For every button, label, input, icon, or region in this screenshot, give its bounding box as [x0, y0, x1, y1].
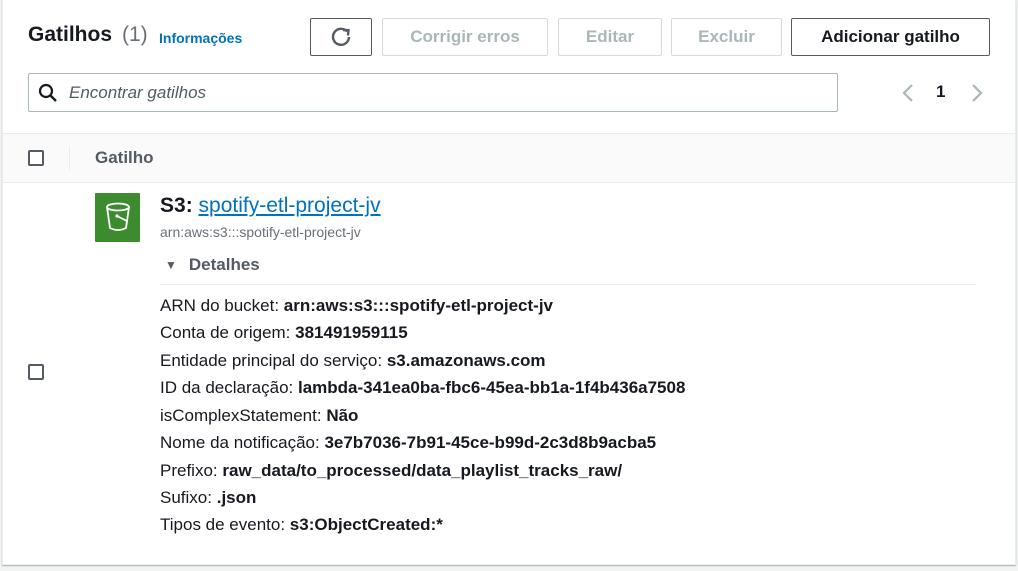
- column-header-trigger: Gatilho: [95, 148, 154, 167]
- detail-event-types: Tipos de evento: s3:ObjectCreated:*: [160, 515, 443, 535]
- current-page[interactable]: 1: [936, 82, 945, 102]
- edit-button[interactable]: Editar: [558, 18, 662, 56]
- detail-prefix: Prefixo: raw_data/to_processed/data_play…: [160, 461, 622, 481]
- triggers-panel: Gatilhos (1) Informações Corrigir erros …: [2, 0, 1016, 565]
- detail-label: Entidade principal do serviço:: [160, 351, 383, 370]
- details-label: Detalhes: [188, 255, 260, 274]
- detail-value: arn:aws:s3:::spotify-etl-project-jv: [283, 296, 553, 315]
- detail-label: isComplexStatement:: [160, 406, 322, 425]
- chevron-right-icon[interactable]: [969, 82, 985, 104]
- detail-statement-id: ID da declaração: lambda-341ea0ba-fbc6-4…: [160, 378, 685, 398]
- detail-principal: Entidade principal do serviço: s3.amazon…: [160, 351, 546, 371]
- add-trigger-button[interactable]: Adicionar gatilho: [791, 18, 990, 56]
- detail-complex-statement: isComplexStatement: Não: [160, 406, 358, 426]
- detail-notification-name: Nome da notificação: 3e7b7036-7b91-45ce-…: [160, 433, 656, 453]
- detail-label: Tipos de evento:: [160, 515, 286, 534]
- trigger-arn: arn:aws:s3:::spotify-etl-project-jv: [160, 224, 361, 240]
- detail-label: Conta de origem:: [160, 323, 291, 342]
- page-title: Gatilhos: [28, 23, 113, 46]
- s3-bucket-icon: [95, 193, 140, 242]
- trigger-link[interactable]: spotify-etl-project-jv: [199, 194, 381, 217]
- triggers-header: Gatilhos (1) Informações Corrigir erros …: [3, 0, 1015, 133]
- details-toggle[interactable]: ▼ Detalhes: [165, 255, 260, 275]
- detail-label: ID da declaração:: [160, 378, 294, 397]
- row-checkbox[interactable]: [28, 364, 44, 380]
- search-input[interactable]: Encontrar gatilhos: [28, 73, 838, 112]
- detail-value: s3.amazonaws.com: [386, 351, 546, 370]
- detail-label: ARN do bucket:: [160, 296, 280, 315]
- detail-bucket-arn: ARN do bucket: arn:aws:s3:::spotify-etl-…: [160, 296, 553, 316]
- detail-label: Sufixo:: [160, 488, 212, 507]
- detail-value: 381491959115: [295, 323, 408, 342]
- trigger-count: (1): [122, 23, 148, 46]
- detail-value: Não: [326, 406, 359, 425]
- table-header: Gatilho: [3, 133, 1015, 183]
- detail-value: raw_data/to_processed/data_playlist_trac…: [222, 461, 623, 480]
- detail-source-account: Conta de origem: 381491959115: [160, 323, 408, 343]
- delete-button[interactable]: Excluir: [671, 18, 782, 56]
- caret-down-icon: ▼: [165, 258, 177, 272]
- refresh-icon: [331, 27, 351, 46]
- refresh-button[interactable]: [310, 18, 372, 56]
- trigger-service: S3: [160, 194, 186, 217]
- search-icon: [38, 83, 57, 102]
- detail-value: s3:ObjectCreated:*: [289, 515, 443, 534]
- detail-label: Prefixo:: [160, 461, 218, 480]
- chevron-left-icon[interactable]: [900, 82, 916, 104]
- trigger-colon: :: [185, 194, 199, 217]
- trigger-title: S3: spotify-etl-project-jv: [160, 194, 381, 218]
- table-row: S3: spotify-etl-project-jv arn:aws:s3:::…: [3, 182, 1015, 564]
- select-all-checkbox[interactable]: [28, 150, 44, 166]
- details-divider: [160, 284, 976, 285]
- column-divider: [69, 146, 70, 170]
- detail-value: .json: [216, 488, 257, 507]
- detail-value: lambda-341ea0ba-fbc6-45ea-bb1a-1f4b436a7…: [297, 378, 686, 397]
- detail-value: 3e7b7036-7b91-45ce-b99d-2c3d8b9acba5: [324, 433, 657, 452]
- detail-label: Nome da notificação:: [160, 433, 320, 452]
- fix-errors-button[interactable]: Corrigir erros: [382, 18, 548, 56]
- info-link[interactable]: Informações: [159, 30, 242, 46]
- detail-suffix: Sufixo: .json: [160, 488, 256, 508]
- search-placeholder: Encontrar gatilhos: [69, 83, 207, 102]
